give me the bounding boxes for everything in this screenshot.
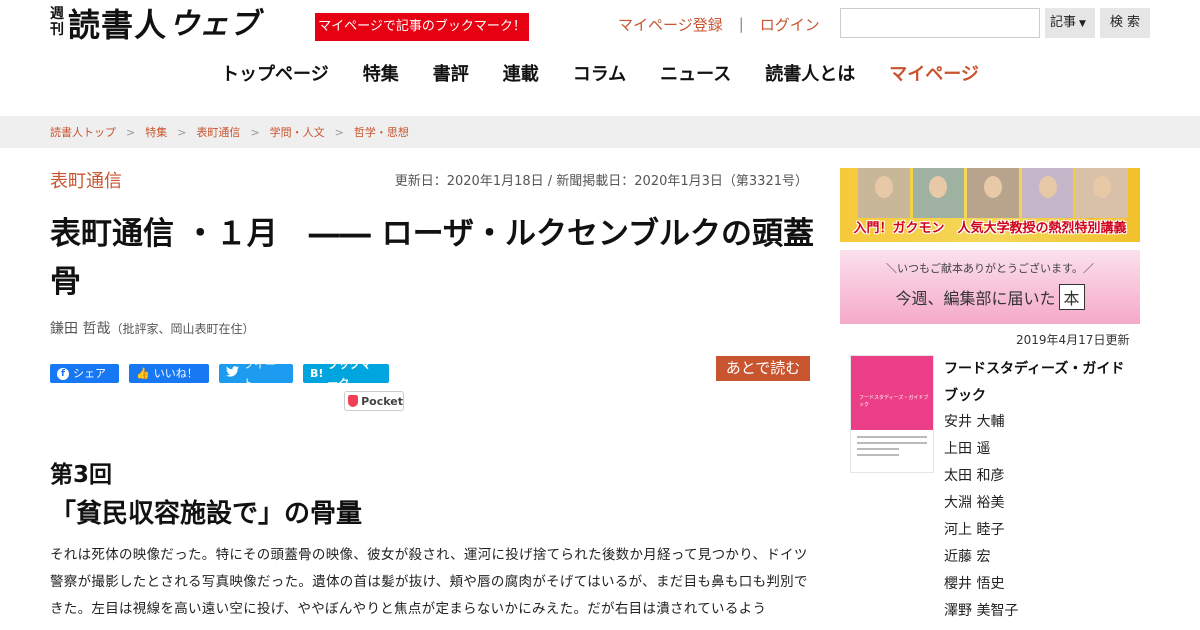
nav-item-top[interactable]: トップページ [204, 62, 346, 88]
breadcrumb-item[interactable]: 哲学・思想 [354, 124, 409, 140]
account-links: マイページ登録 | ログイン [618, 13, 820, 35]
twitter-icon [226, 364, 239, 383]
nav-item-mypage[interactable]: マイページ [872, 62, 996, 88]
book-cover-image[interactable]: フードスタディーズ・ガイドブック [850, 355, 934, 473]
logo-weekly-top: 週 [50, 6, 64, 22]
banner-photo [1076, 168, 1128, 218]
chevron-down-icon: ▼ [1079, 19, 1086, 29]
site-logo[interactable]: 週 刊 読書人 ウェブ [50, 6, 259, 46]
breadcrumb-item[interactable]: 学問・人文 [270, 124, 325, 140]
facebook-share-label: シェア [73, 367, 106, 380]
book-cover-top: フードスタディーズ・ガイドブック [851, 356, 933, 430]
author-note: （批評家、岡山表町在住） [110, 322, 255, 336]
article-title: 表町通信 ・１月 ―― ローザ・ルクセンブルクの頭蓋骨 [50, 216, 815, 300]
search-scope-value: 記事 [1050, 15, 1077, 30]
search-input[interactable] [840, 8, 1040, 38]
logo-web: ウェブ [169, 7, 260, 42]
nav-item-features[interactable]: 特集 [346, 62, 416, 88]
banner-photos [858, 168, 1128, 218]
book-author[interactable]: 上田 遥 [944, 436, 1018, 463]
breadcrumb-item[interactable]: 表町通信 [196, 124, 240, 140]
book-author[interactable]: 近藤 宏 [944, 544, 1018, 571]
pocket-label: Pocket [361, 394, 403, 408]
banner-photo [858, 168, 910, 218]
received-books-banner[interactable]: ＼いつもご献本ありがとうございます。／ 今週、編集部に届いた本 [840, 250, 1140, 324]
global-nav: トップページ 特集 書評 連載 コラム ニュース 読書人とは マイページ [0, 62, 1200, 88]
banner-photo [912, 168, 965, 218]
nav-item-about[interactable]: 読書人とは [748, 62, 872, 88]
book-cover-text: フードスタディーズ・ガイドブック [859, 395, 929, 408]
gakumon-banner-text: 入門！ガクモン 人気大学教授の熱烈特別講義 [853, 221, 1127, 236]
site-header: 週 刊 読書人 ウェブ マイページで記事のブックマーク！ マイページ登録 | ロ… [0, 0, 1200, 116]
hatena-icon: B! [310, 367, 324, 380]
book-author[interactable]: 櫻井 悟史 [944, 571, 1018, 598]
facebook-like-label: いいね！ [153, 367, 198, 380]
logo-weekly-bottom: 刊 [50, 22, 64, 38]
article-author: 鎌田 哲哉（批評家、岡山表町在住） [50, 318, 254, 338]
login-link[interactable]: ログイン [760, 14, 820, 35]
book-author[interactable]: 太田 和彦 [944, 463, 1018, 490]
chevron-right-icon: > [126, 125, 136, 139]
hatena-bookmark-button[interactable]: B! ブックマーク [303, 358, 389, 390]
received-books-banner-big: 今週、編集部に届いた [895, 289, 1056, 308]
nav-item-reviews[interactable]: 書評 [416, 62, 486, 88]
book-label: 本 [1058, 284, 1085, 310]
nav-item-columns[interactable]: コラム [556, 62, 643, 88]
nav-item-serials[interactable]: 連載 [486, 62, 556, 88]
chevron-right-icon: > [250, 125, 260, 139]
logo-title: 読書人 [68, 6, 168, 44]
book-title[interactable]: フードスタディーズ・ガイドブック [944, 356, 1134, 410]
book-author[interactable]: 河上 睦子 [944, 517, 1018, 544]
read-later-button[interactable]: あとで読む [716, 356, 810, 381]
search-button[interactable]: 検 索 [1100, 8, 1150, 38]
register-link[interactable]: マイページ登録 [618, 14, 723, 35]
facebook-icon: f [57, 367, 69, 380]
book-authors: 安井 大輔 上田 遥 太田 和彦 大淵 裕美 河上 睦子 近藤 宏 櫻井 悟史 … [944, 409, 1018, 625]
chevron-right-icon: > [334, 125, 344, 139]
tweet-label: ツイート [243, 357, 276, 390]
chevron-right-icon: > [177, 125, 187, 139]
article-subheading: 「貧民収容施設で」の骨量 [50, 499, 363, 529]
book-cover-line [857, 436, 927, 438]
hatena-label: ブックマーク [327, 357, 372, 390]
received-books-banner-title: 今週、編集部に届いた本 [840, 284, 1140, 310]
link-separator: | [738, 15, 744, 33]
breadcrumb-item[interactable]: 読書人トップ [50, 124, 116, 140]
book-author[interactable]: 安井 大輔 [944, 409, 1018, 436]
book-cover-line [857, 448, 899, 450]
author-name[interactable]: 鎌田 哲哉 [50, 321, 110, 337]
facebook-like-button[interactable]: 👍 いいね！ [129, 364, 209, 383]
book-author[interactable]: 澤野 美智子 [944, 598, 1018, 625]
book-cover-line [857, 442, 927, 444]
gakumon-banner[interactable]: 入門！ガクモン 人気大学教授の熱烈特別講義 [840, 168, 1140, 242]
article-category[interactable]: 表町通信 [50, 167, 122, 193]
received-books-banner-small: ＼いつもご献本ありがとうございます。／ [886, 262, 1094, 275]
breadcrumb: 読書人トップ > 特集 > 表町通信 > 学問・人文 > 哲学・思想 [0, 116, 1200, 148]
mypage-bookmark-promo[interactable]: マイページで記事のブックマーク！ [315, 13, 529, 41]
book-cover-line [857, 454, 899, 456]
search-scope-select[interactable]: 記事 ▼ [1045, 8, 1095, 38]
article-body: それは死体の映像だった。特にその頭蓋骨の映像、彼女が殺され、運河に投げ捨てられた… [50, 547, 808, 617]
banner-photo [1021, 168, 1074, 218]
article-dates: 更新日：2020年1月18日 / 新聞掲載日：2020年1月3日（第3321号） [394, 174, 808, 189]
pocket-icon [348, 395, 359, 407]
facebook-share-button[interactable]: f シェア [50, 364, 119, 383]
nav-item-news[interactable]: ニュース [643, 62, 748, 88]
book-cover-lines [851, 430, 933, 466]
logo-weekly-mark: 週 刊 [50, 6, 64, 38]
pocket-button[interactable]: Pocket [344, 391, 404, 411]
banner-photo [967, 168, 1019, 218]
episode-number: 第3回 [50, 462, 113, 488]
thumbs-up-icon: 👍 [136, 367, 150, 380]
sidebar-updated-date: 2019年4月17日更新 [1016, 333, 1130, 347]
book-author[interactable]: 大淵 裕美 [944, 490, 1018, 517]
breadcrumb-item[interactable]: 特集 [145, 124, 167, 140]
tweet-button[interactable]: ツイート [219, 358, 293, 390]
share-buttons: f シェア 👍 いいね！ ツイート B! ブックマーク [50, 358, 389, 390]
